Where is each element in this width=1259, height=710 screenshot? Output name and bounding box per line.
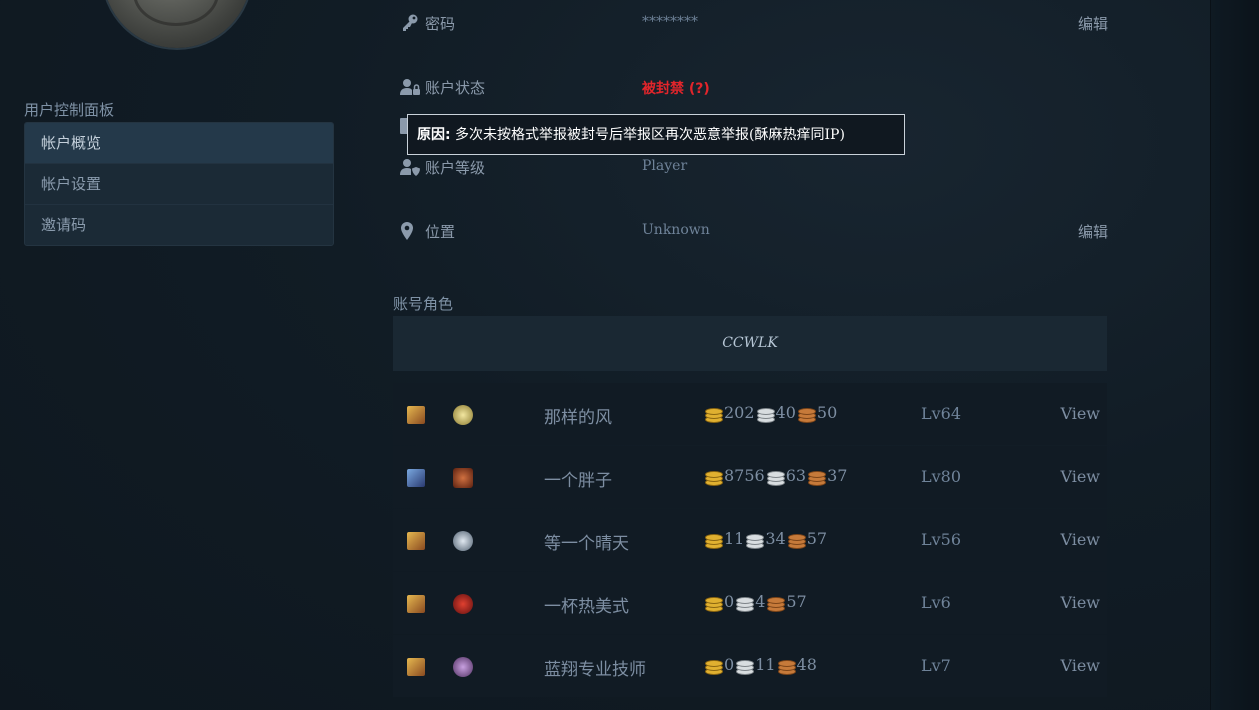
- sidebar-item-account-overview[interactable]: 帐户概览: [25, 123, 333, 163]
- view-character-link[interactable]: View: [1060, 656, 1100, 675]
- profile-avatar: [103, 0, 251, 48]
- gold-coin-icon: [704, 656, 723, 675]
- view-character-link[interactable]: View: [1060, 404, 1100, 423]
- silver-coin-icon: [735, 593, 755, 612]
- character-row[interactable]: 那样的风 202 40 50 Lv64 View: [393, 383, 1107, 445]
- character-name: 那样的风: [544, 408, 612, 428]
- silver-coin-icon: [766, 467, 785, 486]
- character-row[interactable]: 一杯热美式 0 4 57 Lv6 View: [393, 572, 1107, 634]
- character-level: Lv64: [921, 404, 962, 423]
- character-name: 等一个晴天: [544, 534, 629, 554]
- character-money: 11 34 57: [704, 529, 828, 549]
- copper-coin-icon: [807, 467, 827, 486]
- account-level-value: Player: [642, 158, 688, 174]
- silver-coin-icon: [756, 404, 775, 423]
- sidebar-item-invite-code[interactable]: 邀请码: [25, 204, 333, 245]
- class-icon: [453, 594, 473, 614]
- class-icon: [453, 531, 473, 551]
- view-character-link[interactable]: View: [1060, 593, 1100, 612]
- human-female-icon: [407, 406, 425, 424]
- character-row[interactable]: 等一个晴天 11 34 57 Lv56 View: [393, 509, 1107, 571]
- character-money: 8756 63 37: [704, 466, 848, 486]
- human-female-icon: [407, 658, 425, 676]
- copper-coin-icon: [777, 656, 796, 675]
- account-status-label: 账户状态: [425, 79, 486, 97]
- gold-coin-icon: [704, 467, 723, 486]
- character-money: 202 40 50: [704, 403, 838, 423]
- character-name: 一个胖子: [544, 471, 612, 491]
- character-money: 0 11 48: [704, 655, 818, 675]
- character-level: Lv56: [921, 530, 962, 549]
- key-icon: [403, 14, 418, 31]
- panel-title: 用户控制面板: [24, 101, 115, 119]
- view-character-link[interactable]: View: [1060, 467, 1100, 486]
- edit-password-link[interactable]: 编辑: [1078, 13, 1108, 34]
- silver-coin-icon: [735, 656, 755, 675]
- right-panel-edge: [1210, 0, 1259, 710]
- copper-coin-icon: [766, 593, 786, 612]
- location-value: Unknown: [642, 222, 710, 238]
- realm-header: CCWLK: [393, 316, 1107, 371]
- edit-location-link[interactable]: 编辑: [1078, 221, 1108, 242]
- gold-coin-icon: [704, 530, 723, 549]
- tooltip-text: 多次未按格式举报被封号后举报区再次恶意举报(酥麻热痒同IP): [450, 127, 845, 143]
- copper-coin-icon: [797, 404, 816, 423]
- character-money: 0 4 57: [704, 592, 808, 612]
- character-name: 蓝翔专业技师: [544, 660, 646, 680]
- character-row[interactable]: 一个胖子 8756 63 37 Lv80 View: [393, 446, 1107, 508]
- location-row: 位置 Unknown 编辑: [400, 219, 1108, 243]
- human-female-icon: [407, 532, 425, 550]
- user-shield-icon: [400, 159, 420, 176]
- password-row: 密码 ******** 编辑: [400, 11, 1108, 35]
- view-character-link[interactable]: View: [1060, 530, 1100, 549]
- characters-title: 账号角色: [393, 295, 454, 313]
- sidebar-menu: 帐户概览 帐户设置 邀请码: [24, 122, 334, 246]
- class-icon: [453, 468, 473, 488]
- map-pin-icon: [401, 222, 413, 240]
- character-level: Lv7: [921, 656, 951, 675]
- class-icon: [453, 657, 473, 677]
- draenei-icon: [407, 469, 425, 487]
- account-level-label: 账户等级: [425, 159, 486, 177]
- location-label: 位置: [425, 223, 456, 241]
- gold-coin-icon: [704, 404, 723, 423]
- character-name: 一杯热美式: [544, 597, 629, 617]
- sidebar-item-account-settings[interactable]: 帐户设置: [25, 163, 333, 204]
- character-level: Lv80: [921, 467, 962, 486]
- character-level: Lv6: [921, 593, 951, 612]
- password-value: ********: [642, 14, 698, 30]
- banned-status-value[interactable]: 被封禁 (?): [642, 78, 710, 98]
- class-icon: [453, 405, 473, 425]
- password-label: 密码: [425, 15, 456, 33]
- tooltip-prefix: 原因:: [417, 127, 451, 143]
- user-lock-icon: [400, 79, 420, 95]
- account-level-row: 账户等级 Player: [400, 155, 1108, 179]
- silver-coin-icon: [745, 530, 765, 549]
- gold-coin-icon: [704, 593, 723, 612]
- character-row[interactable]: 蓝翔专业技师 0 11 48 Lv7 View: [393, 635, 1107, 697]
- ban-reason-tooltip: 原因: 多次未按格式举报被封号后举报区再次恶意举报(酥麻热痒同IP): [407, 114, 905, 155]
- human-female-icon: [407, 595, 425, 613]
- copper-coin-icon: [787, 530, 806, 549]
- account-status-row: 账户状态 被封禁 (?): [400, 75, 1108, 99]
